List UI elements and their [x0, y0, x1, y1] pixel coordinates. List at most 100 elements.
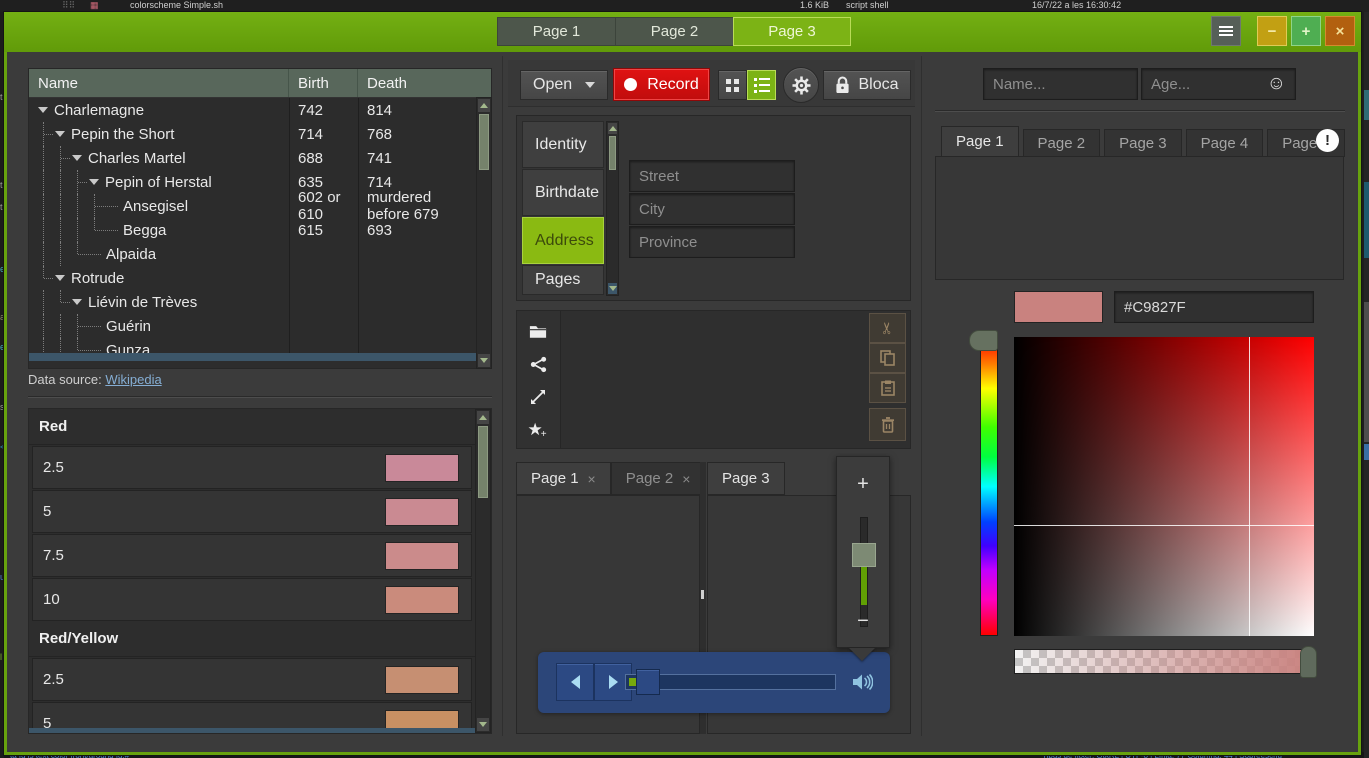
street-input[interactable]	[629, 160, 795, 192]
color-list-row[interactable]: 7.5	[32, 534, 472, 577]
tree-name-cell: Pepin of Herstal	[29, 170, 289, 194]
tab-page-3[interactable]: Page 3	[1104, 129, 1182, 157]
tree-row[interactable]: Charles Martel688741	[29, 146, 491, 170]
sidebar-item-birthdate[interactable]: Birthdate	[522, 169, 604, 216]
color-list-row[interactable]: 2.5	[32, 658, 472, 701]
tab-page-2[interactable]: Page 2×	[611, 462, 706, 495]
color-list-row[interactable]: 2.5	[32, 446, 472, 489]
tree-row[interactable]: Pepin the Short714768	[29, 122, 491, 146]
scroll-down-button[interactable]	[478, 354, 490, 367]
scrollbar-thumb[interactable]	[479, 114, 489, 170]
expander-icon[interactable]	[86, 170, 102, 194]
grid-view-toggle[interactable]	[718, 70, 747, 100]
tree-row-selected-partial[interactable]	[29, 353, 491, 361]
cut-button[interactable]: ✂	[869, 313, 906, 343]
close-button[interactable]: ×	[1325, 16, 1355, 46]
expander-icon[interactable]	[52, 266, 68, 290]
color-list-row[interactable]: 10	[32, 578, 472, 621]
paste-button[interactable]	[869, 373, 906, 403]
sidebar-item-pages[interactable]: Pages	[522, 265, 604, 295]
paned-separator-right[interactable]	[921, 56, 922, 736]
volume-minus-button[interactable]: −	[837, 610, 889, 633]
titlebar-tab-page-1[interactable]: Page 1	[497, 17, 615, 46]
expander-icon[interactable]	[35, 98, 51, 122]
alpha-slider-handle[interactable]	[1300, 646, 1317, 678]
delete-button[interactable]	[869, 408, 906, 441]
tree-row[interactable]: Alpaida	[29, 242, 491, 266]
titlebar-tab-page-2[interactable]: Page 2	[615, 17, 733, 46]
sidebar-scrollbar[interactable]	[606, 121, 619, 296]
hex-color-input[interactable]	[1114, 291, 1314, 323]
share-icon[interactable]	[525, 352, 551, 376]
scroll-up-button[interactable]	[608, 123, 617, 134]
scrollbar-thumb[interactable]	[478, 426, 488, 498]
list-view-toggle[interactable]	[747, 70, 776, 100]
province-input[interactable]	[629, 226, 795, 258]
sidebar-item-identity[interactable]: Identity	[522, 121, 604, 168]
tree-row[interactable]: Rotrude	[29, 266, 491, 290]
previous-button[interactable]	[556, 663, 594, 701]
star-new-icon[interactable]: ★+	[525, 418, 551, 442]
seek-slider[interactable]	[625, 674, 836, 690]
smiley-icon[interactable]: ☺	[1267, 73, 1286, 95]
scroll-down-button[interactable]	[477, 718, 489, 731]
tree-guide	[52, 146, 69, 170]
column-header-name[interactable]: Name	[29, 69, 289, 97]
list-row-selected-partial[interactable]	[29, 728, 475, 733]
saturation-value-square[interactable]	[1014, 337, 1314, 636]
column-header-death[interactable]: Death	[358, 69, 477, 97]
open-button[interactable]: Open	[520, 70, 608, 100]
tree-row[interactable]: Charlemagne742814	[29, 98, 491, 122]
lock-button[interactable]: Bloca	[823, 70, 911, 100]
scroll-down-button[interactable]	[608, 283, 617, 294]
titlebar-tab-page-3[interactable]: Page 3	[733, 17, 851, 46]
hue-slider-handle[interactable]	[969, 330, 998, 351]
sidebar-item-address[interactable]: Address	[522, 217, 604, 264]
alpha-slider[interactable]	[1014, 649, 1314, 674]
tab-page-2[interactable]: Page 2	[1023, 129, 1101, 157]
tab-close-icon[interactable]: ×	[682, 471, 690, 487]
volume-popup: + −	[836, 456, 890, 648]
record-button[interactable]: Record	[613, 68, 710, 101]
tree-row[interactable]: Guérin	[29, 314, 491, 338]
name-input[interactable]	[983, 68, 1138, 100]
expander-icon[interactable]	[52, 122, 68, 146]
copy-button[interactable]	[869, 343, 906, 373]
tree-row[interactable]: Liévin de Trèves	[29, 290, 491, 314]
background-window-fragment	[1364, 182, 1369, 258]
list-scrollbar[interactable]	[475, 409, 491, 733]
volume-plus-button[interactable]: +	[837, 473, 889, 496]
tree-row[interactable]: Begga615693	[29, 218, 491, 242]
gear-icon	[792, 76, 811, 95]
settings-button[interactable]	[783, 67, 819, 103]
expander-icon[interactable]	[69, 146, 85, 170]
fullscreen-icon[interactable]	[525, 385, 551, 409]
city-input[interactable]	[629, 193, 795, 225]
color-list-row[interactable]: 5	[32, 490, 472, 533]
wikipedia-link[interactable]: Wikipedia	[105, 372, 161, 387]
folder-icon[interactable]	[525, 319, 551, 343]
hue-slider[interactable]	[980, 337, 998, 636]
tree-row[interactable]: Ansegisel602 or 610murdered before 679	[29, 194, 491, 218]
file-name: colorscheme Simple.sh	[130, 0, 223, 10]
tree-name-cell: Charles Martel	[29, 146, 289, 170]
volume-slider-handle[interactable]	[852, 543, 876, 567]
hamburger-menu-button[interactable]	[1211, 16, 1241, 46]
scrollbar-thumb[interactable]	[609, 136, 616, 170]
maximize-button[interactable]: +	[1291, 16, 1321, 46]
volume-button[interactable]	[851, 672, 873, 697]
scroll-up-button[interactable]	[478, 99, 490, 112]
expander-icon[interactable]	[69, 290, 85, 314]
tab-page-4[interactable]: Page 4	[1186, 129, 1264, 157]
tab-close-icon[interactable]: ×	[588, 471, 596, 487]
tab-page-3[interactable]: Page 3	[707, 462, 785, 495]
paned-separator-left[interactable]	[502, 56, 503, 736]
tree-scrollbar[interactable]	[476, 97, 492, 369]
seek-handle[interactable]	[636, 669, 660, 695]
tab-page-1[interactable]: Page 1×	[516, 462, 611, 495]
column-header-birth[interactable]: Birth	[289, 69, 358, 97]
warning-icon[interactable]: !	[1316, 129, 1339, 152]
scroll-up-button[interactable]	[477, 411, 489, 424]
tab-page-1[interactable]: Page 1	[941, 126, 1019, 157]
minimize-button[interactable]: −	[1257, 16, 1287, 46]
